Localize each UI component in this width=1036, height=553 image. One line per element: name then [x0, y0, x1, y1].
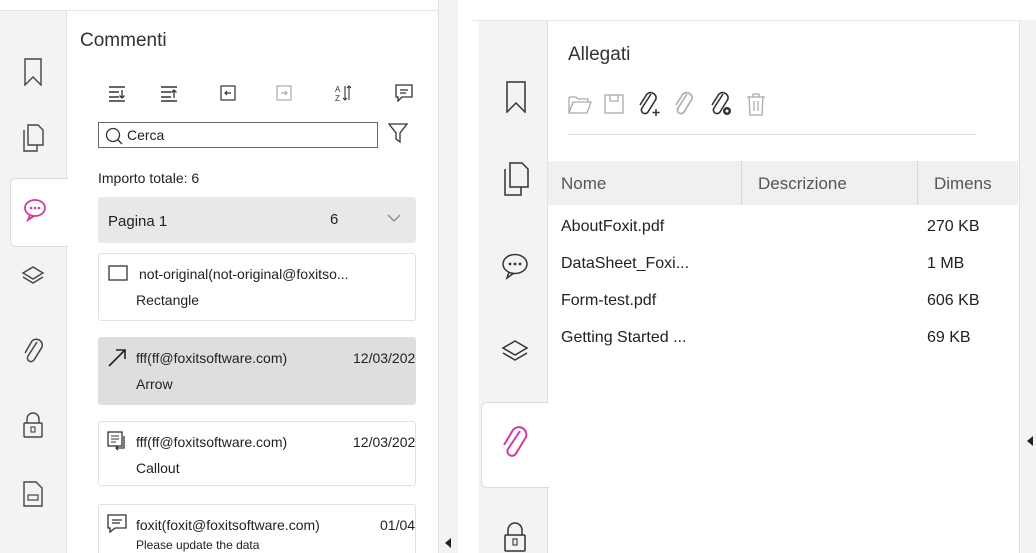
search-input[interactable]	[127, 125, 367, 145]
comment-author: foxit(foxit@foxitsoftware.com)	[136, 517, 320, 533]
comment-item[interactable]: fff(ff@foxitsoftware.com) 12/03/2020 Cal…	[98, 421, 416, 486]
lock-icon[interactable]	[20, 410, 46, 440]
panel-title: Commenti	[80, 30, 167, 51]
search-box[interactable]	[98, 122, 378, 148]
panel-title: Allegati	[568, 44, 631, 65]
import-comments-button[interactable]	[217, 82, 239, 104]
comments-panel: Commenti AZ Importo totale: 6 Pagina 1 6…	[0, 0, 458, 553]
comments-icon[interactable]	[22, 196, 48, 224]
column-divider[interactable]	[917, 161, 918, 205]
save-icon[interactable]	[601, 92, 627, 116]
comments-icon[interactable]	[499, 250, 531, 282]
toolbar-divider	[568, 134, 976, 135]
table-row[interactable]: Getting Started ... 69 KB	[548, 325, 1018, 353]
layers-icon[interactable]	[20, 262, 46, 290]
collapse-all-button[interactable]	[158, 82, 180, 104]
table-header: Nome Descrizione Dimens	[548, 161, 1018, 205]
comment-author: fff(ff@foxitsoftware.com)	[136, 434, 288, 450]
file-size: 606 KB	[927, 292, 980, 309]
comment-type: Rectangle	[136, 292, 200, 308]
bookmark-icon[interactable]	[20, 56, 46, 88]
form-field-icon[interactable]	[20, 478, 46, 510]
table-row[interactable]: Form-test.pdf 606 KB	[548, 288, 1018, 316]
svg-text:A: A	[335, 85, 341, 94]
pages-icon[interactable]	[501, 160, 531, 198]
comment-date: 12/03/2020	[353, 350, 416, 366]
comment-item[interactable]: not-original(not-original@foxitso... 1 R…	[98, 253, 416, 321]
top-border	[0, 10, 458, 11]
filter-icon[interactable]	[388, 122, 408, 144]
total-count: Importo totale: 6	[98, 170, 200, 186]
table-row[interactable]: AboutFoxit.pdf 270 KB	[548, 214, 1018, 242]
comment-author: not-original(not-original@foxitso...	[139, 266, 349, 282]
comment-item[interactable]: fff(ff@foxitsoftware.com) 12/03/2020 Arr…	[98, 337, 416, 405]
panel-divider	[1019, 20, 1036, 553]
export-comments-button[interactable]	[273, 82, 295, 104]
delete-icon[interactable]	[743, 90, 769, 118]
collapse-caret-icon[interactable]	[1026, 436, 1034, 446]
pages-icon[interactable]	[20, 122, 46, 154]
add-attachment-icon[interactable]	[635, 90, 663, 118]
column-header-description[interactable]: Descrizione	[758, 174, 847, 194]
page-group-count: 6	[330, 211, 339, 228]
file-size: 1 MB	[927, 255, 965, 272]
search-icon	[105, 127, 123, 145]
collapse-caret-icon[interactable]	[444, 538, 452, 548]
top-border	[471, 20, 1036, 21]
svg-text:Z: Z	[335, 94, 340, 103]
attachments-panel: Allegati Nome Descrizione Dimens AboutFo…	[471, 0, 1036, 553]
expand-all-button[interactable]	[106, 82, 128, 104]
file-name: Getting Started ...	[561, 329, 687, 346]
comment-item[interactable]: foxit(foxit@foxitsoftware.com) 01/04/ Pl…	[98, 504, 416, 553]
lock-icon[interactable]	[501, 520, 529, 553]
arrow-icon	[108, 349, 126, 367]
comment-type: Arrow	[136, 376, 173, 392]
panel-divider	[438, 0, 458, 553]
file-name: DataSheet_Foxi...	[561, 255, 690, 272]
bookmark-icon[interactable]	[501, 78, 531, 116]
file-size: 270 KB	[927, 218, 980, 235]
comment-type: Callout	[136, 460, 180, 476]
comment-content: Please update the data	[136, 538, 260, 552]
open-folder-icon[interactable]	[567, 92, 593, 116]
column-header-name[interactable]: Nome	[561, 174, 606, 194]
comment-author: fff(ff@foxitsoftware.com)	[136, 350, 288, 366]
comment-date: 01/04/	[380, 517, 416, 533]
note-icon	[107, 514, 127, 534]
file-size: 69 KB	[927, 329, 971, 346]
layers-icon[interactable]	[499, 336, 531, 368]
paperclip-icon[interactable]	[499, 422, 531, 460]
chevron-down-icon[interactable]	[386, 211, 402, 225]
column-divider[interactable]	[741, 161, 742, 205]
sort-icon[interactable]: AZ	[333, 82, 355, 104]
table-row[interactable]: DataSheet_Foxi... 1 MB	[548, 251, 1018, 279]
column-header-size[interactable]: Dimens	[934, 174, 992, 194]
paperclip-icon[interactable]	[20, 334, 46, 366]
show-comment-icon[interactable]	[393, 82, 415, 104]
attachment-properties-icon[interactable]	[707, 90, 735, 118]
rectangle-icon	[108, 265, 128, 281]
comment-date: 12/03/2020	[353, 434, 416, 450]
page-group-header[interactable]: Pagina 1 6	[98, 197, 416, 243]
page-group-label: Pagina 1	[108, 213, 168, 230]
edit-attachment-icon[interactable]	[671, 90, 699, 118]
file-name: Form-test.pdf	[561, 292, 657, 309]
callout-icon	[107, 431, 125, 451]
file-name: AboutFoxit.pdf	[561, 218, 665, 235]
